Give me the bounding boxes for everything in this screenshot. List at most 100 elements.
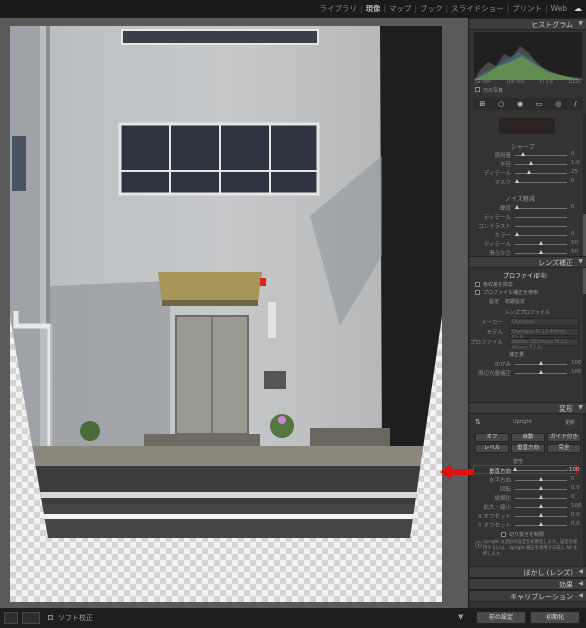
slider-value: 0	[571, 151, 575, 157]
slider-knob[interactable]	[515, 205, 519, 209]
upright-off-button[interactable]: オフ	[475, 433, 509, 442]
module-print[interactable]: プリント	[509, 3, 545, 14]
module-library[interactable]: ライブラリ	[316, 3, 360, 14]
info-icon: ⓘ	[475, 541, 482, 549]
slider-knob[interactable]	[515, 179, 519, 183]
transparency-checkerboard	[10, 26, 442, 602]
slider-knob[interactable]	[539, 504, 543, 508]
model-select[interactable]: Olympus M.12-40mm F2.8	[509, 328, 579, 341]
module-picker: ライブラリ | 現像 | マップ | ブック | スライドショー | プリント | Web …	[0, 0, 586, 18]
slider-knob[interactable]	[515, 232, 519, 236]
module-book[interactable]: ブック	[417, 3, 446, 14]
slider-knob[interactable]	[539, 241, 543, 245]
slider-value: -100	[567, 467, 580, 473]
slider-knob[interactable]	[539, 477, 543, 481]
remove-ca-checkbox[interactable]	[475, 282, 480, 287]
noise-title: ノイズ軽減	[505, 196, 535, 203]
tab-profile[interactable]: プロファイル	[503, 271, 539, 280]
soft-proof-checkbox[interactable]	[48, 615, 53, 620]
slider-value: 100	[571, 503, 582, 509]
upright-auto-button[interactable]: 自動	[511, 433, 545, 442]
right-panel: ヒストグラム ▼ 52 mm 100 mm f / 5.6 1/125 元の写真 …	[468, 18, 586, 608]
slider-knob[interactable]	[521, 152, 525, 156]
slider-label: 輝度	[499, 206, 511, 212]
slider-knob[interactable]	[527, 170, 531, 174]
calibration-panel-title: キャリブレーション	[510, 593, 573, 601]
radial-filter-icon[interactable]: ◎	[555, 100, 561, 108]
graduated-filter-icon[interactable]: ▭	[536, 100, 543, 108]
upright-guided-button[interactable]: ガイド付き	[547, 433, 581, 442]
detail-slider[interactable]	[515, 173, 567, 174]
module-slideshow[interactable]: スライドショー	[448, 3, 507, 14]
slider-knob[interactable]	[539, 250, 543, 254]
original-photo-label: 元の写真	[483, 88, 504, 94]
remove-ca-label: 色収差を除去	[483, 282, 514, 288]
effects-panel-header[interactable]: 効果 ◀	[469, 578, 586, 590]
setup-label: 設定	[489, 299, 500, 305]
masking-slider[interactable]	[515, 182, 567, 183]
upright-reset-link[interactable]: 更新	[565, 419, 575, 426]
color-slider[interactable]	[515, 235, 567, 236]
toolbar-menu-icon[interactable]: ▼	[458, 613, 463, 621]
module-develop[interactable]: 現像	[362, 3, 383, 14]
slider-knob[interactable]	[539, 486, 543, 490]
slider-knob[interactable]	[539, 361, 543, 365]
expand-icon[interactable]: ◀	[578, 568, 583, 575]
crop-tool-icon[interactable]: ⊞	[479, 100, 485, 108]
calibration-panel-header[interactable]: キャリブレーション ◀	[469, 590, 586, 602]
histogram-header[interactable]: ヒストグラム ▼	[469, 18, 586, 30]
photo-preview[interactable]	[10, 26, 442, 602]
spot-removal-icon[interactable]: ○	[498, 100, 504, 108]
effects-panel-title: 効果	[559, 581, 573, 589]
module-map[interactable]: マップ	[386, 3, 415, 14]
lum-contrast-slider[interactable]	[515, 226, 567, 227]
slider-label: カラー	[494, 233, 511, 239]
cloud-sync-icon[interactable]: ☁	[574, 4, 582, 13]
expand-icon[interactable]: ◀	[578, 580, 583, 587]
slider-knob[interactable]	[539, 513, 543, 517]
redeye-icon[interactable]: ◉	[517, 100, 523, 108]
upright-vertical-button[interactable]: 垂直方向	[511, 444, 545, 453]
original-photo-checkbox[interactable]	[475, 87, 480, 92]
slider-value: 0	[571, 231, 575, 237]
collapse-icon[interactable]: ▼	[578, 20, 583, 27]
histogram-readout: 52 mm 100 mm f / 5.6 1/125	[475, 80, 581, 85]
before-after-button[interactable]	[22, 612, 40, 624]
constrain-crop-checkbox[interactable]	[501, 532, 506, 537]
profile-correction-checkbox[interactable]	[475, 290, 480, 295]
lens-panel-title: レンズ補正	[538, 259, 573, 267]
vertical-slider[interactable]	[515, 470, 567, 471]
slider-knob[interactable]	[539, 522, 543, 526]
upright-full-button[interactable]: 完全	[547, 444, 581, 453]
previous-settings-button[interactable]: 前の設定	[476, 611, 526, 624]
upright-level-button[interactable]: レベル	[475, 444, 509, 453]
setup-value[interactable]: 初期設定	[505, 298, 525, 305]
maker-select[interactable]: Olympus	[509, 318, 579, 326]
model-label: モデル	[486, 330, 503, 336]
module-web[interactable]: Web	[548, 4, 570, 13]
luminance-slider[interactable]	[515, 208, 567, 209]
transform-panel-title: 変形	[559, 405, 573, 413]
blur-panel-header[interactable]: ぼかし (レンズ) ◀	[469, 566, 586, 578]
slider-knob[interactable]	[529, 161, 533, 165]
view-mode-button[interactable]	[4, 612, 18, 624]
soft-proof-label: ソフト校正	[58, 614, 93, 622]
radius-slider[interactable]	[515, 164, 567, 165]
collapse-icon[interactable]: ▼	[578, 404, 583, 411]
transform-panel-header[interactable]: 変形 ▼	[469, 402, 586, 414]
reset-button[interactable]: 初期化	[530, 611, 580, 624]
expand-icon[interactable]: ◀	[578, 592, 583, 599]
slider-knob[interactable]	[539, 495, 543, 499]
upright-label: Upright	[513, 419, 532, 425]
collapse-icon[interactable]: ▼	[578, 258, 583, 265]
brush-icon[interactable]: ∕	[574, 100, 576, 108]
lum-detail-slider[interactable]	[515, 217, 567, 218]
red-arrow-annotation	[440, 464, 474, 480]
slider-label: ディテール	[483, 171, 511, 177]
slider-knob[interactable]	[539, 370, 543, 374]
upright-note: Upright は変形の設定を初期化します。設定を保持するには、Upright …	[483, 540, 578, 557]
tab-manual[interactable]: 手動	[535, 271, 547, 280]
lens-panel-header[interactable]: レンズ補正 ▼	[469, 256, 586, 268]
slider-knob[interactable]	[513, 467, 517, 471]
profile-select[interactable]: Adobe (Olympus M.12-40mm F2.8)	[509, 338, 579, 351]
